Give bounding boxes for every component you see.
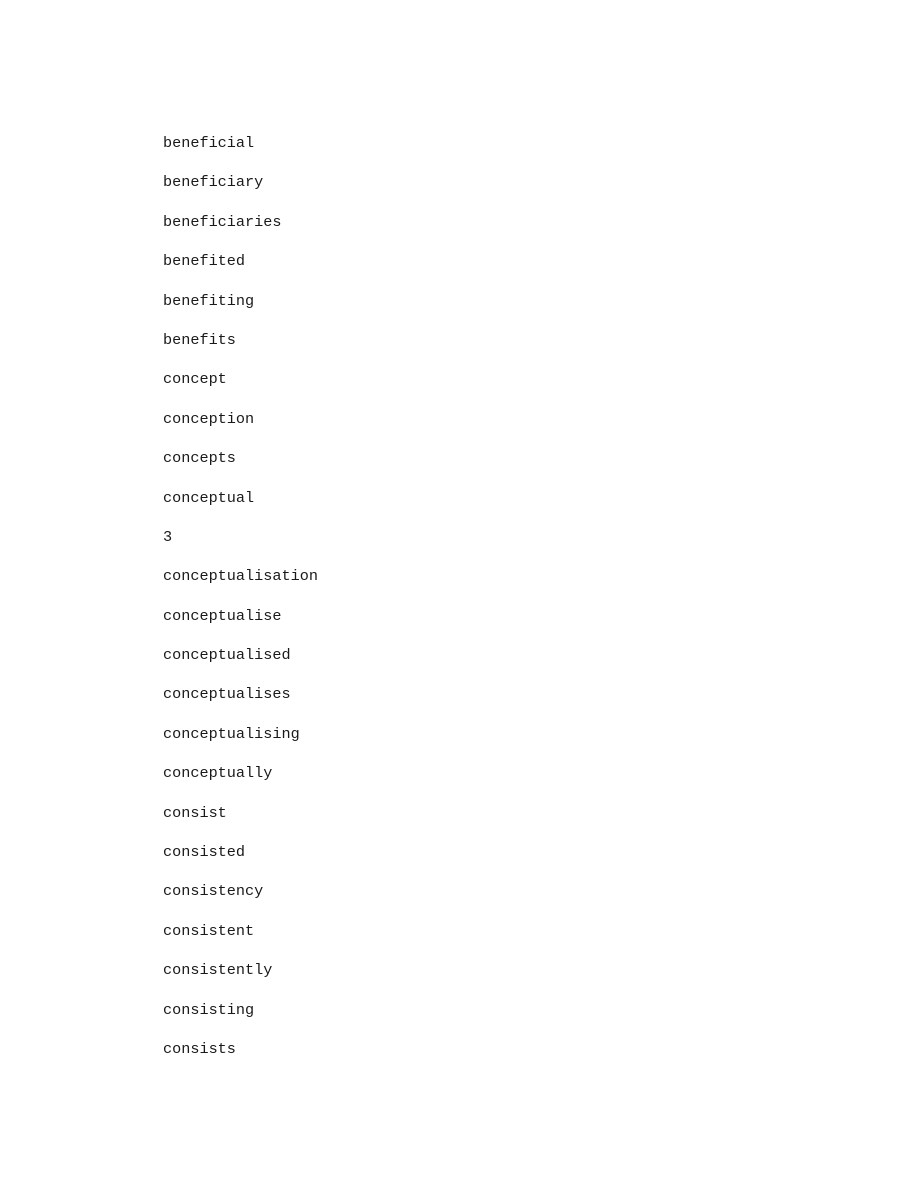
word-list-item: benefits (163, 330, 236, 349)
word-list-item: consisted (163, 843, 246, 862)
word-list-item: conceptualise (163, 606, 282, 625)
word-list-item: benefiting (163, 291, 255, 310)
word-list-item: conceptualising (163, 724, 300, 743)
word-list-item: consist (163, 803, 227, 822)
page-number-line: 3 (163, 527, 173, 546)
word-list-item: beneficiaries (163, 212, 282, 231)
word-list-item: conceptualised (163, 646, 291, 665)
word-list-item: consisting (163, 1000, 255, 1019)
word-list-item: consistently (163, 961, 273, 980)
word-list-item: beneficial (163, 134, 255, 152)
word-list-item: conceptualisation (163, 567, 318, 586)
word-list-item: concept (163, 370, 227, 389)
word-list: beneficial beneficiary beneficiaries benefi… (163, 124, 783, 1069)
word-list-item: consistent (163, 921, 255, 940)
word-list-item: benefited (163, 252, 246, 271)
word-list-item: concepts (163, 449, 236, 468)
document-page: beneficial beneficiary beneficiaries benefi… (0, 0, 920, 1191)
word-list-item: beneficiary (163, 173, 264, 192)
word-list-item: conceptualises (163, 685, 291, 704)
word-list-item: consistency (163, 882, 264, 901)
word-list-item: conception (163, 409, 255, 428)
word-list-item: conceptual (163, 488, 255, 507)
word-list-item: consists (163, 1039, 236, 1058)
word-list-item: conceptually (163, 764, 273, 783)
